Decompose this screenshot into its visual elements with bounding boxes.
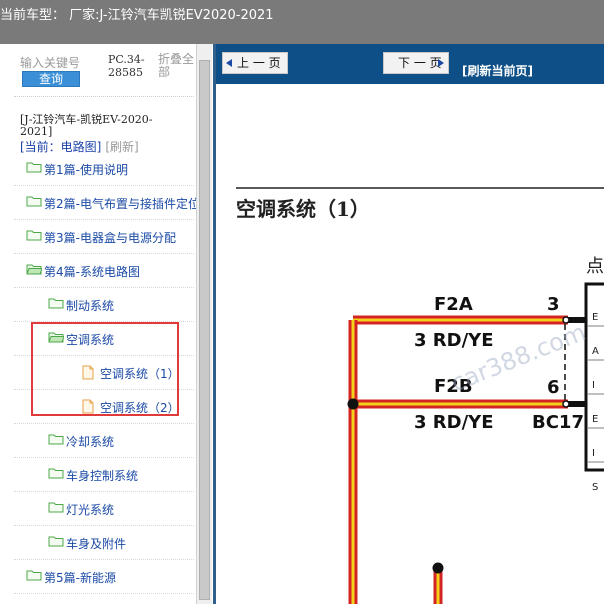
tree-item[interactable]: 第4篇-系统电路图 <box>14 254 194 288</box>
collapse-all-button[interactable]: 折叠全部 <box>158 53 198 79</box>
connector-label: BC17 <box>532 412 584 433</box>
splice-dot-bottom <box>432 562 444 574</box>
tree-item[interactable]: 车身控制系统 <box>14 458 194 492</box>
window-title: 当前车型： 厂家:J-江铃汽车凯锐EV2020-2021 <box>0 8 274 23</box>
app-window: 当前车型： 厂家:J-江铃汽车凯锐EV2020-2021 查询 PC.34-28… <box>0 0 604 604</box>
tree-item[interactable]: 第2篇-电气布置与接插件定位 <box>14 186 200 220</box>
tree-item[interactable]: 第5篇-新能源 <box>14 560 194 594</box>
folder-icon <box>26 161 42 176</box>
next-page-button[interactable]: 下 一 页 <box>383 52 449 74</box>
pin-letter: E <box>592 414 598 425</box>
title-bar: 当前车型： 厂家:J-江铃汽车凯锐EV2020-2021 <box>0 0 604 44</box>
tree-item-label: 冷却系统 <box>66 435 115 449</box>
arrow-right-icon <box>438 59 444 67</box>
previous-page-label: 上 一 页 <box>237 56 281 70</box>
pin-letter: A <box>592 346 599 357</box>
pin-marker-lower <box>562 400 570 408</box>
connector-header: 点 <box>586 256 604 277</box>
refresh-page-button[interactable]: [刷新当前页] <box>462 62 533 79</box>
fuse-b-pin: 6 <box>547 377 560 398</box>
folder-icon <box>26 569 42 584</box>
tree-item-label: 车身控制系统 <box>66 469 139 483</box>
tree-item-label: 车身及附件 <box>66 537 127 551</box>
next-page-label: 下 一 页 <box>398 56 442 70</box>
tree-item-label: 第3篇-电器盒与电源分配 <box>44 231 176 245</box>
splice-dot-left <box>347 398 359 410</box>
fuse-a-pin: 3 <box>547 294 560 315</box>
folder-icon <box>26 229 42 244</box>
folder-icon <box>48 501 64 516</box>
circuit-diagram-page: 空调系统（1） 点 E A I E I S F2A 3 3 RD/YE F2B 6 3 R… <box>216 84 604 604</box>
folder-icon <box>48 297 64 312</box>
tree-item-label: 灯光系统 <box>66 503 115 517</box>
wire-a-label: 3 RD/YE <box>414 330 494 351</box>
document-code: PC.34-28585 <box>108 53 145 79</box>
wire-b-label: 3 RD/YE <box>414 412 494 433</box>
search-button[interactable]: 查询 <box>22 71 80 87</box>
arrow-left-icon <box>226 59 232 67</box>
pin-letter: S <box>592 482 598 493</box>
tree-item-label: 制动系统 <box>66 299 115 313</box>
keyword-search-input[interactable] <box>20 54 84 72</box>
divider <box>14 96 194 97</box>
tree-item-label: 第5篇-新能源 <box>44 571 116 585</box>
folder-icon <box>48 467 64 482</box>
search-area: 查询 PC.34-28585 折叠全部 <box>0 44 196 96</box>
tree-item-label: 第2篇-电气布置与接插件定位 <box>44 197 200 211</box>
circuit-diagram: 空调系统（1） 点 E A I E I S F2A 3 3 RD/YE F2B 6 3 R… <box>236 187 604 604</box>
highlight-box <box>31 322 179 416</box>
tree-item-label: 第1篇-使用说明 <box>44 163 128 177</box>
diagram-title: 空调系统（1） <box>236 197 370 221</box>
tree-item[interactable]: 灯光系统 <box>14 492 194 526</box>
vehicle-label: [J-江铃汽车-凯锐EV-2020-2021] <box>20 113 153 138</box>
page-nav-bar: 上 一 页 下 一 页 [刷新当前页] <box>216 44 604 84</box>
tree-item[interactable]: 第3篇-电器盒与电源分配 <box>14 220 194 254</box>
fuse-a-label: F2A <box>434 294 473 315</box>
tree-item[interactable]: 车身及附件 <box>14 526 194 560</box>
tree-item-label: 第4篇-系统电路图 <box>44 265 140 279</box>
tree-item[interactable]: 冷却系统 <box>14 424 194 458</box>
pin-letter: I <box>592 380 595 391</box>
sidebar-scrollbar[interactable] <box>196 44 212 604</box>
folder-icon <box>48 433 64 448</box>
pin-letter: I <box>592 448 595 459</box>
tree-item[interactable]: 第1篇-使用说明 <box>14 152 194 186</box>
pin-letter: E <box>592 312 598 323</box>
folder-open-icon <box>26 263 43 278</box>
document-viewer: 上 一 页 下 一 页 [刷新当前页] 空调系统（1） 点 E A I E I S F2A… <box>213 44 604 604</box>
folder-icon <box>26 195 42 210</box>
scrollbar-thumb[interactable] <box>199 60 210 600</box>
previous-page-button[interactable]: 上 一 页 <box>222 52 288 74</box>
tree-item[interactable]: 制动系统 <box>14 288 194 322</box>
folder-icon <box>48 535 64 550</box>
sidebar: 查询 PC.34-28585 折叠全部 [J-江铃汽车-凯锐EV-2020-20… <box>0 44 212 604</box>
